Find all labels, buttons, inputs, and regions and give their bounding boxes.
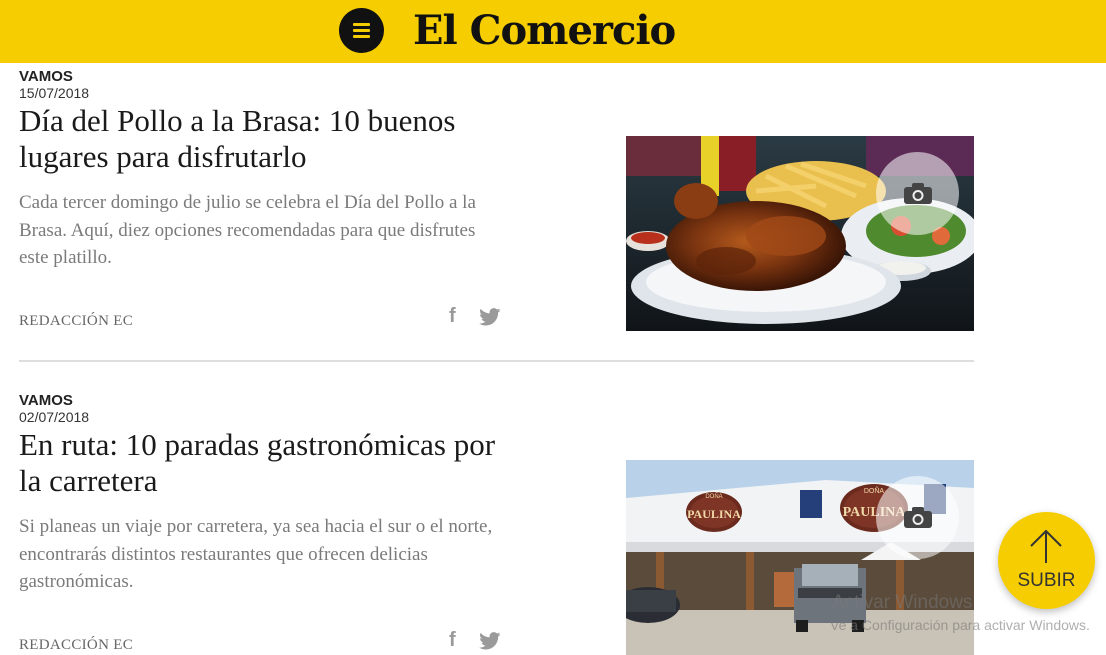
activate-windows-title: Activar Windows	[832, 592, 973, 613]
article-divider	[19, 360, 974, 362]
article-date: 15/07/2018	[19, 85, 90, 101]
gallery-badge	[876, 152, 959, 235]
article-summary: Si planeas un viaje por carretera, ya se…	[19, 516, 493, 592]
facebook-icon[interactable]: f	[449, 305, 456, 328]
arrow-up-icon	[1030, 529, 1062, 563]
article-card: VAMOS 02/07/2018 En ruta: 10 paradas gas…	[19, 387, 974, 655]
camera-icon	[904, 507, 932, 528]
article-card: VAMOS 15/07/2018 Día del Pollo a la Bras…	[19, 63, 974, 353]
article-author[interactable]: REDACCIÓN EC	[19, 313, 133, 330]
section-label[interactable]: VAMOS	[19, 392, 73, 409]
sign-text-small: DOÑA	[705, 493, 722, 500]
sign-text-small: DOÑA	[864, 486, 885, 495]
article-summary: Cada tercer domingo de julio se celebra …	[19, 192, 476, 268]
section-label[interactable]: VAMOS	[19, 68, 73, 85]
menu-button[interactable]	[339, 8, 384, 53]
hamburger-menu-icon	[353, 23, 370, 26]
article-author[interactable]: REDACCIÓN EC	[19, 637, 133, 654]
scroll-top-label: SUBIR	[1017, 570, 1076, 591]
site-header: El Comercio	[0, 0, 1106, 63]
site-logo[interactable]: El Comercio	[413, 2, 676, 60]
article-image[interactable]	[626, 136, 974, 331]
activate-windows-subtitle: Ve a Configuración para activar Windows.	[830, 617, 1090, 633]
twitter-icon[interactable]	[479, 632, 501, 650]
gallery-badge	[876, 476, 959, 559]
article-headline[interactable]: En ruta: 10 paradas gastronómicas por la…	[19, 427, 499, 499]
camera-icon	[904, 183, 932, 204]
scroll-top-button[interactable]: SUBIR	[998, 512, 1095, 609]
facebook-icon[interactable]: f	[449, 629, 456, 652]
article-date: 02/07/2018	[19, 409, 90, 425]
article-headline[interactable]: Día del Pollo a la Brasa: 10 buenos luga…	[19, 103, 499, 175]
sign-text: PAULINA	[687, 507, 741, 521]
twitter-icon[interactable]	[479, 308, 501, 326]
